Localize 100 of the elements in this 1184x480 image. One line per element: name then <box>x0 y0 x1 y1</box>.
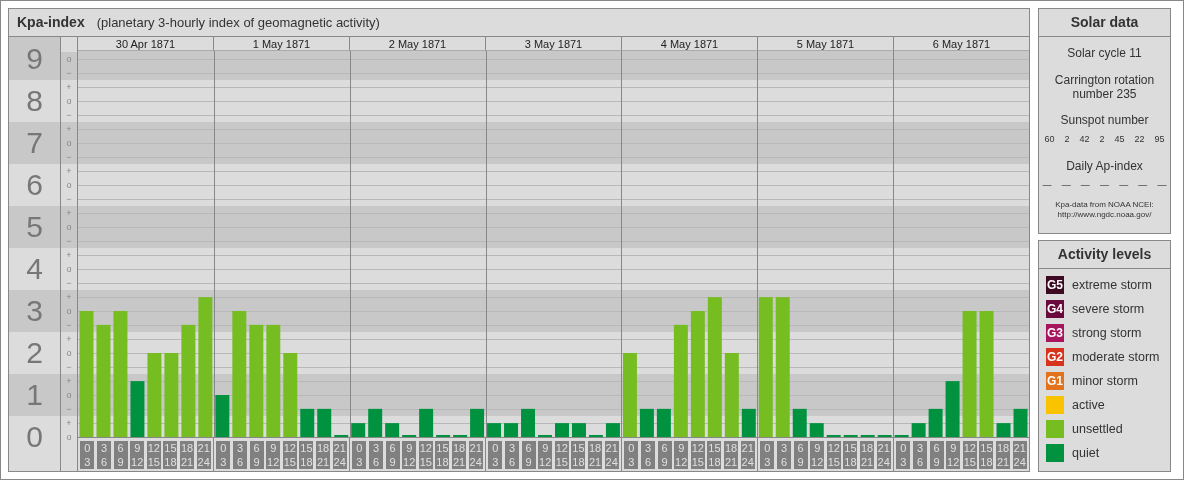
minor-tick-label: o <box>66 348 72 358</box>
ap-index-value: — <box>1061 178 1071 192</box>
axis-number: 4 <box>26 254 43 284</box>
ap-index-value: — <box>1099 178 1109 192</box>
bar <box>317 408 332 437</box>
minor-tick-label: − <box>66 320 72 330</box>
level-label: moderate storm <box>1072 348 1160 366</box>
time-slot-label: 18 21 <box>316 441 331 469</box>
time-slot-label: 15 18 <box>163 441 178 469</box>
ap-index-value: — <box>1138 178 1148 192</box>
axis-number: 6 <box>26 170 43 200</box>
level-badge: G2 <box>1046 348 1064 366</box>
time-slot-label: 18 21 <box>996 441 1011 469</box>
minor-tick-label: − <box>66 362 72 372</box>
time-slot-label: 21 24 <box>604 441 619 469</box>
time-slot-label: 21 24 <box>468 441 483 469</box>
level-label: unsettled <box>1072 420 1123 438</box>
panel-subtitle: (planetary 3-hourly index of geomagnetic activity) <box>96 13 380 32</box>
time-slot-label: 12 15 <box>282 441 297 469</box>
minor-tick-label: − <box>66 236 72 246</box>
minor-tick-label: o <box>66 180 72 190</box>
time-slot-label: 9 12 <box>538 441 553 469</box>
level-badge: G4 <box>1046 300 1064 318</box>
axis-number: 8 <box>26 86 43 116</box>
minor-tick-label: − <box>66 278 72 288</box>
bar <box>130 381 145 437</box>
time-slot-label: 9 12 <box>266 441 281 469</box>
sunspot-value: 60 <box>1044 133 1055 146</box>
time-slot-label: 15 18 <box>707 441 722 469</box>
level-badge: G1 <box>1046 372 1064 390</box>
time-slot-label: 15 18 <box>979 441 994 469</box>
minor-tick-label: + <box>66 208 72 218</box>
time-slot-label: 9 12 <box>674 441 689 469</box>
bar <box>945 381 960 437</box>
time-slot-label: 3 6 <box>504 441 519 469</box>
bar <box>741 408 756 437</box>
level-label: severe storm <box>1072 300 1145 318</box>
time-slot-label: 0 3 <box>352 441 367 469</box>
bar <box>792 408 807 437</box>
time-slot-label: 15 18 <box>843 441 858 469</box>
minor-tick-label: + <box>66 334 72 344</box>
minor-tick-label: + <box>66 376 72 386</box>
bar <box>555 423 569 437</box>
time-slot-label: 6 9 <box>793 441 808 469</box>
minor-tick-label: + <box>66 250 72 260</box>
time-slot-label: 12 15 <box>418 441 433 469</box>
time-slot-label: 9 12 <box>130 441 145 469</box>
ap-index-value: — <box>1042 178 1052 192</box>
minor-tick-label: − <box>66 110 72 120</box>
axis-number: 3 <box>26 296 43 326</box>
sunspot-value: 45 <box>1114 133 1125 146</box>
time-slot-label: 6 9 <box>113 441 128 469</box>
level-label: minor storm <box>1072 372 1138 390</box>
level-label: strong storm <box>1072 324 1142 342</box>
minor-tick-label: − <box>66 68 72 78</box>
bar <box>521 408 535 437</box>
time-slot-label: 21 24 <box>332 441 347 469</box>
sunspot-title: Sunspot number <box>1060 112 1149 129</box>
minor-tick-label: − <box>66 152 72 162</box>
axis-number: 5 <box>26 212 43 242</box>
time-slot-label: 18 21 <box>180 441 195 469</box>
time-slot-label: 6 9 <box>929 441 944 469</box>
bar <box>419 408 434 437</box>
solar-cycle-text: Solar cycle 11 <box>1067 45 1142 62</box>
axis-number: 7 <box>26 128 43 158</box>
time-slot-label: 18 21 <box>452 441 467 469</box>
bar <box>351 423 366 437</box>
time-slot-label: 0 3 <box>216 441 231 469</box>
bar <box>487 423 502 437</box>
bar <box>368 408 383 437</box>
time-slot-label: 0 3 <box>896 441 911 469</box>
time-slot-label: 21 24 <box>740 441 755 469</box>
time-slot-label: 12 15 <box>962 441 977 469</box>
time-slot-label: 6 9 <box>385 441 400 469</box>
time-slot-label: 6 9 <box>249 441 264 469</box>
time-slot-label: 21 24 <box>876 441 891 469</box>
time-slot-label: 12 15 <box>554 441 569 469</box>
panel-title: Activity levels <box>1039 241 1170 269</box>
time-slot-label: 18 21 <box>724 441 739 469</box>
time-slot-label: 12 15 <box>146 441 161 469</box>
level-label: quiet <box>1072 444 1100 462</box>
ap-index-title: Daily Ap-index <box>1066 157 1143 175</box>
time-slot-label: 12 15 <box>690 441 705 469</box>
bar <box>1013 408 1028 437</box>
minor-tick-label: + <box>66 418 72 428</box>
bar <box>504 423 519 437</box>
time-slot-label: 15 18 <box>299 441 314 469</box>
minor-tick-label: − <box>66 404 72 414</box>
level-badge: G3 <box>1046 324 1064 342</box>
level-label: active <box>1072 396 1105 414</box>
minor-tick-label: o <box>66 432 72 442</box>
source-text: Kpa-data from NOAA NCEI: <box>1055 200 1154 210</box>
minor-tick-label: + <box>66 82 72 92</box>
time-slot-label: 0 3 <box>488 441 503 469</box>
sunspot-value: 2 <box>1064 133 1070 146</box>
bar <box>928 408 943 437</box>
axis-number: 1 <box>26 380 43 410</box>
bar <box>809 423 824 437</box>
time-slot-label: 21 24 <box>196 441 211 469</box>
ap-index-value: — <box>1119 178 1129 192</box>
